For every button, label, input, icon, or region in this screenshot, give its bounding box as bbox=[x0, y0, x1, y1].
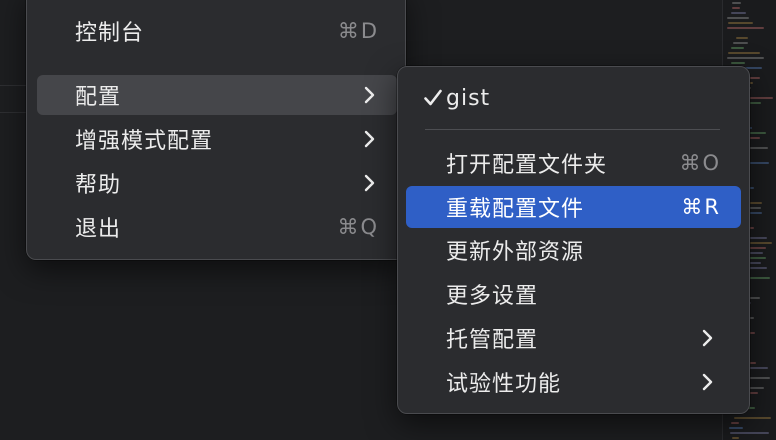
shortcut-label: ⌘O bbox=[679, 151, 721, 175]
menu-separator bbox=[425, 129, 720, 130]
minimap-line bbox=[731, 422, 739, 424]
minimap-line bbox=[727, 57, 764, 59]
checkmark-icon bbox=[423, 88, 443, 108]
menu-item-label: 打开配置文件夹 bbox=[446, 153, 608, 178]
menu-item-label: 更新外部资源 bbox=[446, 240, 585, 265]
minimap-line bbox=[728, 22, 753, 24]
minimap-line bbox=[732, 7, 740, 9]
menu-item-config[interactable]: 配置 bbox=[37, 75, 397, 115]
minimap-line bbox=[727, 17, 749, 19]
minimap-line bbox=[731, 62, 745, 64]
menu-item-reload-config[interactable]: 重载配置文件 ⌘R bbox=[406, 186, 741, 228]
menu-item-enhanced-mode[interactable]: 增强模式配置 bbox=[37, 119, 397, 159]
minimap-line bbox=[729, 427, 743, 429]
menu-item-quit[interactable]: 退出 ⌘Q bbox=[37, 207, 397, 247]
chevron-right-icon bbox=[363, 129, 377, 149]
menu-item-label: 配置 bbox=[75, 85, 122, 110]
menu-item-help[interactable]: 帮助 bbox=[37, 163, 397, 203]
menu-item-label: 试验性功能 bbox=[446, 372, 562, 397]
minimap-line bbox=[736, 37, 748, 39]
menu-item-label: 退出 bbox=[75, 217, 122, 242]
shortcut-label: ⌘Q bbox=[337, 215, 379, 239]
minimap-line bbox=[730, 432, 769, 434]
menu-item-experimental-features[interactable]: 试验性功能 bbox=[406, 362, 741, 402]
chevron-right-icon bbox=[363, 173, 377, 193]
minimap-line bbox=[728, 52, 760, 54]
chevron-right-icon bbox=[701, 328, 715, 348]
minimap-line bbox=[731, 47, 744, 49]
minimap-line bbox=[733, 42, 748, 44]
config-submenu: gist 打开配置文件夹 ⌘O 重载配置文件 ⌘R 更新外部资源 更多设置 托管… bbox=[397, 66, 750, 414]
menu-item-label: 控制台 bbox=[75, 21, 145, 46]
main-menu: 控制台 ⌘D 配置 增强模式配置 帮助 退出 ⌘Q bbox=[26, 0, 406, 260]
menu-item-label: 重载配置文件 bbox=[446, 197, 585, 222]
menu-item-label: 增强模式配置 bbox=[75, 129, 214, 154]
menu-item-label: 托管配置 bbox=[446, 328, 539, 353]
menu-item-managed-config[interactable]: 托管配置 bbox=[406, 318, 741, 358]
menu-item-more-settings[interactable]: 更多设置 bbox=[406, 274, 741, 314]
minimap-line bbox=[734, 417, 771, 419]
menu-item-label: 帮助 bbox=[75, 173, 122, 198]
chevron-right-icon bbox=[363, 85, 377, 105]
menu-item-console[interactable]: 控制台 ⌘D bbox=[37, 11, 397, 51]
chevron-right-icon bbox=[701, 372, 715, 392]
shortcut-label: ⌘R bbox=[681, 195, 721, 219]
menu-item-label: 更多设置 bbox=[446, 284, 539, 309]
menu-item-open-config-folder[interactable]: 打开配置文件夹 ⌘O bbox=[406, 143, 741, 183]
minimap-line bbox=[732, 437, 739, 439]
minimap-line bbox=[731, 12, 746, 14]
menu-item-profile-gist[interactable]: gist bbox=[406, 78, 741, 118]
minimap-line bbox=[727, 27, 764, 29]
menu-item-update-external-resources[interactable]: 更新外部资源 bbox=[406, 230, 741, 270]
minimap-line bbox=[732, 2, 741, 4]
menu-item-label: gist bbox=[446, 85, 491, 111]
shortcut-label: ⌘D bbox=[337, 19, 379, 43]
